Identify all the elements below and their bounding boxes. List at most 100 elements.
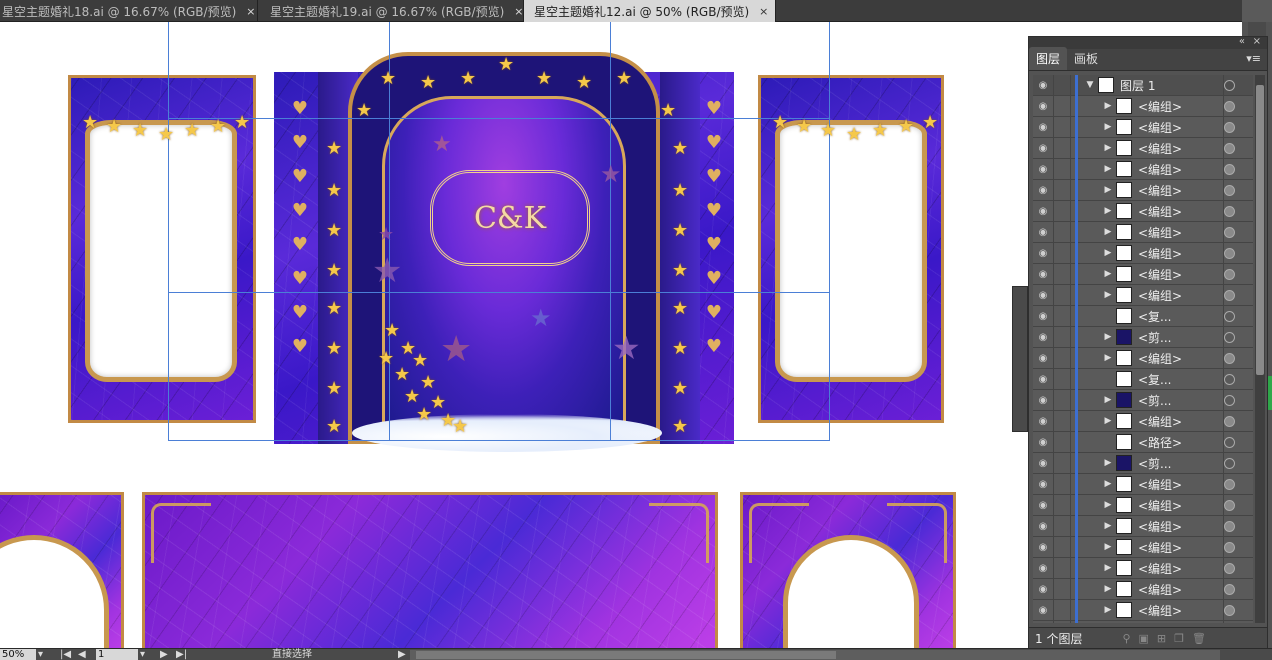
lock-toggle[interactable] [1053,95,1071,117]
chevron-right-icon[interactable]: ▶ [1102,269,1114,279]
close-icon[interactable]: × [759,5,768,18]
next-artboard-icon[interactable]: ▶ [160,649,168,660]
new-sublayer-icon[interactable]: ⊞ [1157,632,1166,645]
layer-row[interactable]: ◉▶<编组> [1033,515,1253,537]
lock-toggle[interactable] [1053,431,1071,453]
last-artboard-icon[interactable]: ▶| [176,649,187,660]
chevron-right-icon[interactable]: ▶ [1102,122,1114,132]
lock-toggle[interactable] [1053,452,1071,474]
eye-icon[interactable]: ◉ [1033,248,1053,259]
selection-column[interactable] [1223,180,1253,201]
selection-column[interactable] [1223,516,1253,537]
eye-icon[interactable]: ◉ [1033,311,1053,322]
document-tab-1[interactable]: 星空主题婚礼18.ai @ 16.67% (RGB/预览) × [0,0,258,22]
layer-row[interactable]: ◉▶<编组> [1033,620,1253,623]
chevron-right-icon[interactable]: ▶ [1102,479,1114,489]
eye-icon[interactable]: ◉ [1033,500,1053,511]
selection-column[interactable] [1223,75,1253,96]
eye-icon[interactable]: ◉ [1033,227,1053,238]
layer-row[interactable]: ◉▶<编组> [1033,200,1253,222]
first-artboard-icon[interactable]: |◀ [60,649,71,660]
selection-column[interactable] [1223,222,1253,243]
lock-toggle[interactable] [1053,158,1071,180]
document-tab-3-active[interactable]: 星空主题婚礼12.ai @ 50% (RGB/预览) × [524,0,776,22]
selection-column[interactable] [1223,285,1253,306]
chevron-right-icon[interactable]: ▶ [1102,416,1114,426]
eye-icon[interactable]: ◉ [1033,395,1053,406]
selection-column[interactable] [1223,495,1253,516]
eye-icon[interactable]: ◉ [1033,290,1053,301]
zoom-field[interactable]: 50% [0,649,36,660]
chevron-right-icon[interactable]: ▶ [1102,521,1114,531]
document-tab-2[interactable]: 星空主题婚礼19.ai @ 16.67% (RGB/预览) × [258,0,524,22]
layer-row[interactable]: ◉▶<编组> [1033,137,1253,159]
chevron-right-icon[interactable]: ▶ [1102,353,1114,363]
lock-toggle[interactable] [1053,305,1071,327]
chevron-right-icon[interactable]: ▶ [1102,164,1114,174]
selection-column[interactable] [1223,537,1253,558]
layer-row[interactable]: ◉ ▶ <剪... [1033,326,1253,348]
layer-row[interactable]: ◉▶<编组> [1033,221,1253,243]
lock-toggle[interactable] [1053,326,1071,348]
eye-icon[interactable]: ◉ [1033,437,1053,448]
eye-icon[interactable]: ◉ [1033,542,1053,553]
layer-row[interactable]: ◉▶<编组> [1033,158,1253,180]
chevron-right-icon[interactable]: ▶ [1102,458,1114,468]
close-panel-icon[interactable]: × [1253,36,1261,47]
selection-column[interactable] [1223,411,1253,432]
selection-column[interactable] [1223,201,1253,222]
lock-toggle[interactable] [1053,494,1071,516]
chevron-right-icon[interactable]: ▶ [1102,206,1114,216]
eye-icon[interactable]: ◉ [1033,374,1053,385]
layer-row[interactable]: ◉ <路径> [1033,431,1253,453]
eye-icon[interactable]: ◉ [1033,143,1053,154]
lock-toggle[interactable] [1053,389,1071,411]
selection-column[interactable] [1223,432,1253,453]
eye-icon[interactable]: ◉ [1033,353,1053,364]
selection-column[interactable] [1223,621,1253,623]
close-icon[interactable]: × [246,5,255,18]
eye-icon[interactable]: ◉ [1033,563,1053,574]
selection-column[interactable] [1223,96,1253,117]
layer-row[interactable]: ◉▶<编组> [1033,242,1253,264]
layer-row[interactable]: ◉▶<编组> [1033,557,1253,579]
collapse-icon[interactable]: « [1239,36,1245,47]
chevron-down-icon[interactable]: ▾ [38,649,50,660]
search-icon[interactable]: ⚲ [1122,632,1130,645]
layer-row[interactable]: ◉▶<编组> [1033,599,1253,621]
lock-toggle[interactable] [1053,620,1071,623]
eye-icon[interactable]: ◉ [1033,269,1053,280]
close-icon[interactable]: × [514,5,523,18]
lock-toggle[interactable] [1053,410,1071,432]
lock-toggle[interactable] [1053,116,1071,138]
selection-column[interactable] [1223,117,1253,138]
layer-row[interactable]: ◉ <复... [1033,368,1253,390]
lock-toggle[interactable] [1053,347,1071,369]
chevron-right-icon[interactable]: ▶ [1102,290,1114,300]
chevron-right-icon[interactable]: ▶ [1102,563,1114,573]
eye-icon[interactable]: ◉ [1033,206,1053,217]
selection-column[interactable] [1223,306,1253,327]
lock-toggle[interactable] [1053,368,1071,390]
layer-row[interactable]: ◉▶<编组> [1033,179,1253,201]
eye-icon[interactable]: ◉ [1033,122,1053,133]
eye-icon[interactable]: ◉ [1033,101,1053,112]
selection-column[interactable] [1223,600,1253,621]
scrollbar-thumb[interactable] [416,651,836,659]
lock-toggle[interactable] [1053,75,1071,96]
chevron-right-icon[interactable]: ▶ [1102,143,1114,153]
chevron-right-icon[interactable]: ▶ [1102,185,1114,195]
tab-layers[interactable]: 图层 [1029,47,1068,70]
selection-column[interactable] [1223,264,1253,285]
layers-scrollbar[interactable] [1255,75,1265,623]
bottom-center-panel[interactable] [142,492,718,648]
chevron-right-icon[interactable]: ▶ [1102,542,1114,552]
layer-row[interactable]: ◉ <复... [1033,305,1253,327]
chevron-right-icon[interactable]: ▶ [1102,332,1114,342]
eye-icon[interactable]: ◉ [1033,605,1053,616]
selection-column[interactable] [1223,243,1253,264]
eye-icon[interactable]: ◉ [1033,416,1053,427]
selection-column[interactable] [1223,453,1253,474]
bottom-right-panel[interactable] [740,492,956,648]
canvas-horizontal-scrollbar[interactable] [410,650,1220,660]
